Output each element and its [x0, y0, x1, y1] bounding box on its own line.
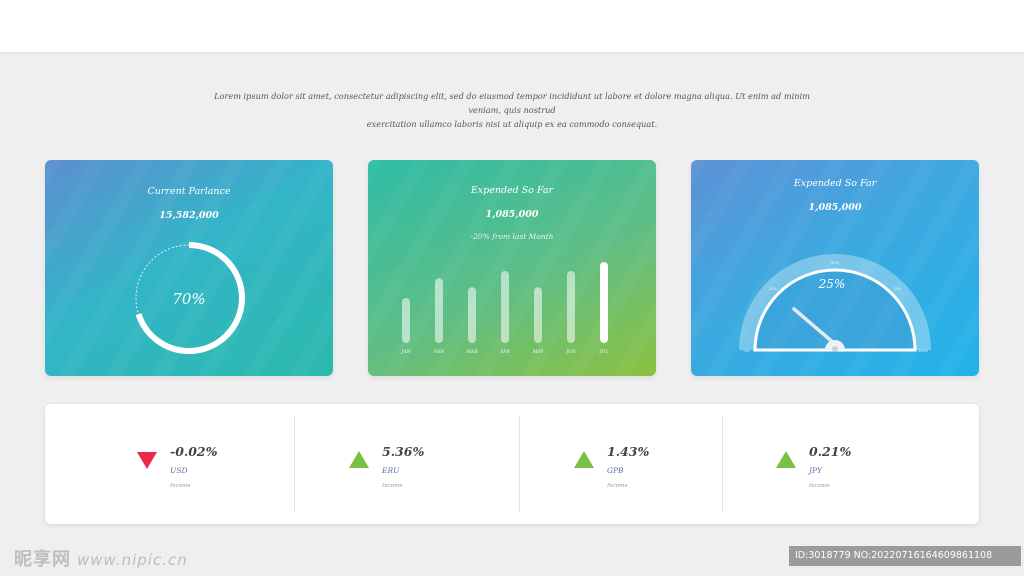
bar-chart: JAN FEB MAR APR MAY JUN JUL [401, 262, 609, 355]
stat-currency: JPY [809, 466, 823, 475]
bar-jan [402, 298, 410, 343]
card-value: 1,085,000 [808, 202, 862, 213]
stat-note: Income [170, 483, 191, 489]
watermark-id: ID:3018779 NO:20220716164609861108 [789, 546, 1021, 566]
gauge-tick-label: 25% [769, 287, 777, 291]
intro-text: Lorem ipsum dolor sit amet, consectetur … [200, 89, 824, 131]
bar-label-jul: JUL [599, 349, 609, 355]
watermark-brand: 昵享网 www.nipic.cn [14, 545, 188, 571]
bar-jul [600, 262, 608, 343]
bar-apr [501, 271, 509, 343]
card-title: Expended So Far [470, 185, 554, 196]
arrow-up-icon [776, 451, 796, 468]
stat-value: 5.36% [382, 444, 425, 459]
stat-note: Income [382, 483, 403, 489]
donut-chart: 70% [133, 242, 245, 354]
gauge-chart: 25% 0% 25% 50% 75% 100% [739, 254, 931, 353]
gauge-percent-label: 25% [818, 277, 846, 291]
current-parlance-card: Current Parlance 15,582,000 70% [45, 160, 333, 376]
bar-label-jan: JAN [401, 349, 412, 355]
bar-feb [435, 278, 443, 343]
arrow-down-icon [137, 452, 157, 469]
stat-gpb: 1.43% GPB Income [573, 442, 693, 502]
bar-may [534, 287, 542, 343]
bar-label-mar: MAR [465, 349, 478, 355]
bar-label-feb: FEB [433, 349, 444, 355]
donut-percent-label: 70% [172, 290, 205, 308]
card-value: 1,085,000 [485, 209, 539, 220]
divider [294, 416, 295, 512]
gauge-hub-center [832, 346, 838, 352]
stat-usd: -0.02% USD Income [136, 442, 256, 502]
bar-label-jun: JUN [565, 349, 577, 355]
stat-value: 0.21% [809, 444, 852, 459]
card-title: Expended So Far [793, 178, 877, 189]
gauge-tick-label: 75% [893, 287, 901, 291]
watermark-brand-text: 昵享网 [14, 549, 71, 570]
divider [519, 416, 520, 512]
intro-line-2: exercitation ullamco laboris nisi ut ali… [366, 119, 658, 129]
top-bar [0, 0, 1024, 52]
stat-note: Income [809, 483, 830, 489]
gauge-tick-label: 50% [831, 261, 839, 265]
gauge-tick-label: 100% [918, 349, 929, 353]
bar-label-apr: APR [499, 349, 510, 355]
stat-value: -0.02% [170, 444, 218, 459]
stat-currency: ERU [382, 466, 400, 475]
expended-bars-card: Expended So Far 1,085,000 -20% from last… [368, 160, 656, 376]
intro-line-1: Lorem ipsum dolor sit amet, consectetur … [214, 91, 810, 115]
card-value: 15,582,000 [159, 210, 219, 221]
gauge-tick-label: 0% [744, 349, 750, 353]
currency-stats-panel: -0.02% USD Income 5.36% ERU Income 1.43%… [45, 404, 979, 524]
stat-currency: GPB [607, 466, 624, 475]
watermark-url: www.nipic.cn [77, 551, 188, 569]
card-subtitle: -20% from last Month [470, 232, 554, 241]
stat-jpy: 0.21% JPY Income [775, 442, 895, 502]
arrow-up-icon [574, 451, 594, 468]
expended-gauge-card: Expended So Far 1,085,000 25% 0% 25% 50% 75… [691, 160, 979, 376]
stat-note: Income [607, 483, 628, 489]
stat-eru: 5.36% ERU Income [348, 442, 468, 502]
arrow-up-icon [349, 451, 369, 468]
divider [722, 416, 723, 512]
bar-label-may: MAY [532, 349, 545, 355]
bar-jun [567, 271, 575, 343]
card-title: Current Parlance [147, 186, 231, 197]
bar-mar [468, 287, 476, 343]
stat-currency: USD [170, 466, 188, 475]
stat-value: 1.43% [607, 444, 650, 459]
